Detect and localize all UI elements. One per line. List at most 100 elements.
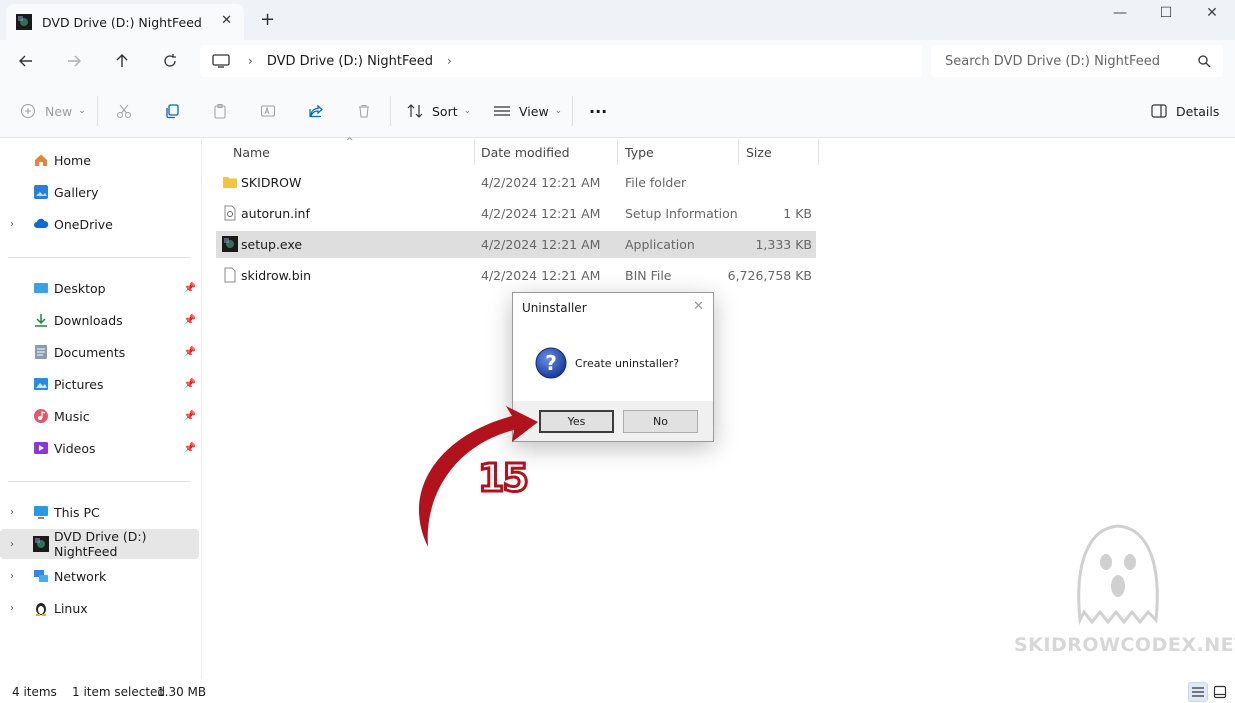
pin-icon[interactable]: 📌 [184,411,196,422]
pin-icon[interactable]: 📌 [184,379,196,390]
sidebar-divider [8,257,191,258]
file-date: 4/2/2024 12:21 AM [481,206,601,221]
copy-button[interactable] [163,100,189,122]
chevron-right-icon[interactable]: › [10,571,14,582]
sidebar-item-label: Documents [54,344,126,360]
sidebar-item-dvd-drive[interactable]: › DVD Drive (D:) NightFeed [0,529,199,559]
breadcrumb-separator[interactable]: › [447,54,452,68]
pin-icon[interactable]: 📌 [184,443,196,454]
delete-button[interactable] [355,100,381,122]
file-name: autorun.inf [241,206,310,221]
forward-button[interactable] [61,49,87,73]
chevron-right-icon[interactable]: › [10,507,14,518]
download-icon [35,314,47,327]
sidebar-item-music[interactable]: Music 📌 [0,401,199,431]
no-button[interactable]: No [623,410,698,433]
file-name: skidrow.bin [241,268,312,283]
file-name: SKIDROW [241,175,302,190]
selection-size: 1.30 MB [157,685,207,699]
details-pane-icon [1150,102,1168,120]
file-type: Application [625,237,695,252]
tiles-view-button[interactable] [1210,682,1230,702]
share-button[interactable] [307,100,333,122]
pin-icon[interactable]: 📌 [184,283,196,294]
chevron-right-icon[interactable]: › [10,539,14,550]
up-button[interactable] [109,49,135,73]
sidebar-item-downloads[interactable]: Downloads 📌 [0,305,199,335]
column-header-name[interactable]: Name [225,139,475,165]
maximize-button[interactable]: ☐ [1143,0,1189,26]
sidebar-item-label: Pictures [54,376,104,392]
details-pane-button[interactable]: Details [1150,100,1219,122]
refresh-button[interactable] [157,49,183,73]
refresh-icon [164,54,176,67]
search-icon [1198,55,1211,68]
trash-icon [355,102,373,120]
minimize-button[interactable]: — [1097,0,1143,26]
table-row[interactable]: autorun.inf 4/2/2024 12:21 AM Setup Info… [216,200,816,227]
address-bar[interactable]: › DVD Drive (D:) NightFeed › [200,45,922,77]
pin-icon[interactable]: 📌 [184,347,196,358]
sidebar-item-videos[interactable]: Videos 📌 [0,433,199,463]
close-window-button[interactable]: ✕ [1189,0,1235,26]
navigation-pane: Home Gallery › OneDrive Desktop 📌 Downlo… [0,139,202,679]
search-input[interactable]: Search DVD Drive (D:) NightFeed [931,45,1223,77]
sidebar-item-label: Home [54,152,91,168]
new-button[interactable]: New ⌄ [19,100,86,122]
chevron-right-icon[interactable]: › [10,219,14,230]
chevron-right-icon[interactable]: › [10,603,14,614]
share-icon [307,102,325,120]
sidebar-item-gallery[interactable]: Gallery [0,177,199,207]
scissors-icon [115,102,133,120]
details-view-icon [1192,687,1204,697]
details-view-button[interactable] [1188,682,1208,702]
sidebar-item-desktop[interactable]: Desktop 📌 [0,273,199,303]
view-list-icon [493,102,511,120]
sidebar-item-onedrive[interactable]: › OneDrive [0,209,199,239]
sidebar-item-linux[interactable]: › Linux [0,593,199,623]
file-icon [224,267,236,283]
file-date: 4/2/2024 12:21 AM [481,268,601,283]
tab-close-icon[interactable]: ✕ [221,13,232,28]
sort-button[interactable]: Sort ⌄ [406,100,471,122]
sidebar-item-network[interactable]: › Network [0,561,199,591]
column-header-type[interactable]: Type [617,139,739,165]
column-header-size[interactable]: Size [738,139,819,165]
column-header-date[interactable]: Date modified [473,139,618,165]
table-row[interactable]: SKIDROW 4/2/2024 12:21 AM File folder [216,169,816,196]
plus-circle-icon [19,102,37,120]
tab-bar: DVD Drive (D:) NightFeed ✕ + — ☐ ✕ [0,0,1235,40]
sidebar-item-home[interactable]: Home [0,145,199,175]
sidebar-item-label: DVD Drive (D:) NightFeed [54,529,147,559]
dialog-body: ? Create uninstaller? [513,323,713,401]
back-button[interactable] [13,49,39,73]
dialog-footer: Yes No [513,401,713,441]
details-label: Details [1176,103,1220,119]
pin-icon[interactable]: 📌 [184,315,196,326]
paste-button[interactable] [211,100,237,122]
new-label: New [45,103,73,119]
view-button[interactable]: View ⌄ [493,100,562,122]
breadcrumb-dvd-drive[interactable]: DVD Drive (D:) NightFeed [267,54,433,69]
sidebar-item-label: OneDrive [54,216,113,232]
file-type: Setup Information [625,206,738,221]
tab-dvd-drive[interactable]: DVD Drive (D:) NightFeed ✕ [6,4,244,40]
sidebar-item-pictures[interactable]: Pictures 📌 [0,369,199,399]
table-row[interactable]: setup.exe 4/2/2024 12:21 AM Application … [216,231,816,258]
new-tab-icon[interactable]: + [260,9,275,30]
sidebar-item-documents[interactable]: Documents 📌 [0,337,199,367]
file-type: BIN File [625,268,672,283]
dialog-close-icon[interactable]: ✕ [693,299,704,314]
breadcrumb-separator[interactable]: › [248,54,253,68]
table-row[interactable]: skidrow.bin 4/2/2024 12:21 AM BIN File 6… [216,262,816,289]
more-options-button[interactable]: ··· [589,100,607,122]
cut-button[interactable] [115,100,141,122]
yes-button[interactable]: Yes [539,410,614,433]
sidebar-item-this-pc[interactable]: › This PC [0,497,199,527]
toolbar-divider [390,96,391,126]
copy-icon [163,102,181,120]
rename-button[interactable] [259,100,285,122]
sidebar-divider [8,481,191,482]
music-icon [34,409,48,423]
dvd-icon [33,536,49,552]
